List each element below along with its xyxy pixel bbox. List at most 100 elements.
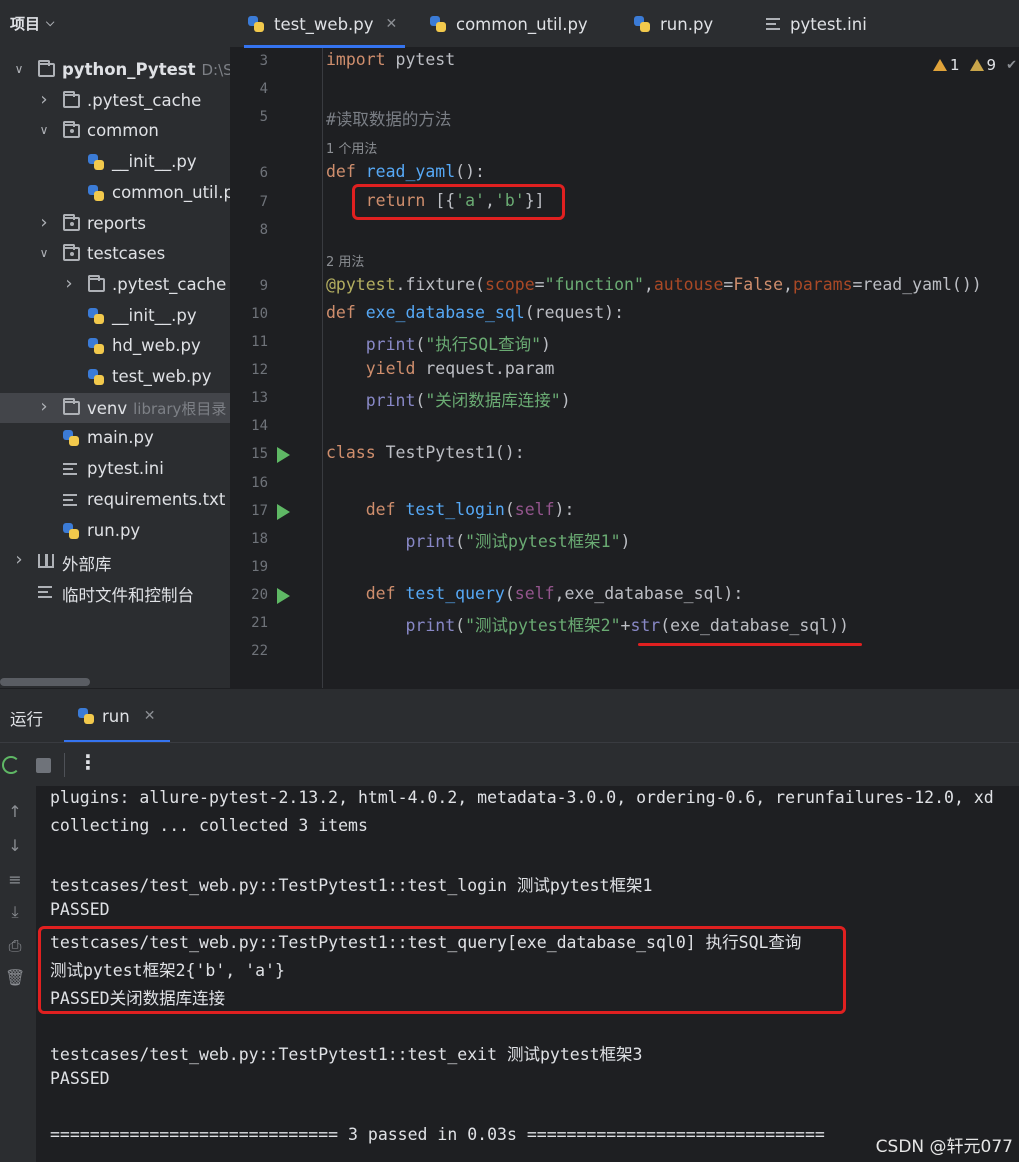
editor-tab[interactable]: common_util.py — [426, 0, 596, 48]
line-number: 13 — [251, 390, 268, 407]
tree-item[interactable]: requirements.txt — [0, 485, 230, 515]
chevron-right-icon[interactable]: › — [12, 549, 26, 570]
chevron-right-icon[interactable]: › — [37, 396, 51, 417]
code-text: yield request.param — [365, 359, 555, 379]
tree-item[interactable]: ∨ common — [0, 116, 230, 146]
run-gutter-icon[interactable] — [277, 587, 290, 604]
python-file-icon — [248, 16, 264, 32]
line-number: 5 — [259, 109, 268, 126]
scroll-up-icon[interactable]: ↑ — [5, 802, 25, 821]
rerun-icon[interactable] — [2, 756, 20, 774]
tree-item-label: common_util.py — [112, 183, 230, 202]
project-panel-title: 项目 — [10, 14, 41, 33]
editor-tab-bar: test_web.py ✕ common_util.py run.py pytest.i… — [230, 0, 1019, 48]
code-line: 19 — [230, 554, 1019, 582]
run-config-tab[interactable]: run ✕ — [64, 689, 170, 743]
tree-item-label: 临时文件和控制台 — [62, 582, 194, 606]
code-line: 8 — [230, 217, 1019, 245]
chevron-down-icon[interactable]: ∨ — [37, 246, 51, 260]
tree-item-label: __init__.py — [112, 306, 197, 325]
tree-item[interactable]: test_web.py — [0, 362, 230, 392]
run-gutter-icon[interactable] — [277, 447, 290, 464]
chevron-right-icon[interactable]: › — [62, 273, 76, 294]
tree-item-name: requirements.txt — [87, 489, 226, 509]
line-number: 21 — [251, 615, 268, 631]
run-console[interactable]: plugins: allure-pytest-2.13.2, html-4.0.… — [36, 786, 1019, 1162]
tree-item-path: library根目录 — [133, 399, 227, 418]
chevron-right-icon[interactable]: › — [37, 212, 51, 233]
python-file-icon — [88, 184, 104, 201]
tree-item-name: __init__.py — [112, 152, 197, 172]
code-text: print("执行SQL查询") — [365, 335, 551, 354]
chevron-right-icon[interactable]: › — [37, 89, 51, 110]
soft-wrap-icon[interactable]: ≡ — [5, 870, 25, 889]
clear-all-icon[interactable]: 🗑︎ — [5, 968, 25, 987]
tree-item[interactable]: main.py — [0, 423, 230, 453]
tree-item-name: venv — [87, 398, 128, 418]
chevron-down-icon[interactable]: ⌵ — [46, 16, 54, 30]
tree-item[interactable]: 临时文件和控制台 — [0, 577, 230, 607]
close-icon[interactable]: ✕ — [144, 708, 156, 724]
stop-icon[interactable] — [36, 758, 51, 773]
tree-item-name: test_web.py — [112, 367, 212, 386]
tree-item[interactable]: pytest.ini — [0, 454, 230, 484]
usage-hint[interactable]: 2 用法 — [326, 251, 364, 270]
tree-item[interactable]: common_util.py — [0, 178, 230, 208]
editor-tab[interactable]: test_web.py ✕ — [244, 0, 406, 48]
console-line: plugins: allure-pytest-2.13.2, html-4.0.… — [50, 788, 994, 807]
tree-item[interactable]: › 外部库 — [0, 546, 230, 576]
tree-item[interactable]: ∨ python_Pytest D:\Sof — [0, 55, 230, 85]
tree-item[interactable]: hd_web.py — [0, 331, 230, 361]
close-icon[interactable]: ✕ — [386, 16, 398, 32]
console-line: collecting ... collected 3 items — [50, 816, 368, 836]
code-line: 13 print("关闭数据库连接") — [230, 385, 1019, 413]
code-line: 15 class TestPytest1(): — [230, 441, 1019, 469]
editor-tab-label: test_web.py — [274, 14, 374, 34]
scroll-down-icon[interactable]: ↓ — [5, 836, 25, 855]
project-panel-header[interactable]: 项目 ⌵ — [0, 0, 230, 46]
code-editor[interactable]: 1 9 ✔ 3 import pytest 4 5 #读取数据的方法 1 个用法 6 def … — [230, 48, 1019, 688]
code-line: 7 return [{'a','b'}] — [230, 189, 1019, 217]
tree-item-label: run.py — [87, 521, 140, 540]
tree-item[interactable]: __init__.py — [0, 301, 230, 331]
line-number: 9 — [259, 277, 268, 294]
scratch-icon — [38, 585, 52, 598]
text-file-icon — [63, 463, 77, 476]
code-line: 20 def test_query(self,exe_database_sql)… — [230, 582, 1019, 610]
line-number: 8 — [259, 221, 268, 238]
tree-item[interactable]: › .pytest_cache — [0, 270, 230, 300]
tree-item-name: pytest.ini — [87, 459, 164, 479]
python-file-icon — [63, 522, 79, 539]
tree-item[interactable]: › venv library根目录 — [0, 392, 230, 423]
code-line: 11 print("执行SQL查询") — [230, 329, 1019, 357]
chevron-down-icon[interactable]: ∨ — [12, 62, 26, 76]
scroll-to-end-icon[interactable]: ⤓ — [5, 902, 25, 922]
line-number: 20 — [251, 586, 268, 603]
tree-item[interactable]: ∨ testcases — [0, 239, 230, 269]
editor-tab[interactable]: run.py — [630, 0, 721, 48]
tree-item[interactable]: __init__.py — [0, 147, 230, 177]
editor-tab-label: common_util.py — [456, 14, 588, 34]
folder-icon — [63, 90, 80, 108]
project-panel: 项目 ⌵ ∨ python_Pytest D:\Sof › .pytest_cache ∨… — [0, 0, 230, 688]
editor-tab[interactable]: pytest.ini — [762, 0, 875, 48]
console-line: ============================= 3 passed i… — [50, 1125, 825, 1145]
line-number: 18 — [251, 530, 268, 547]
tree-item-label: main.py — [87, 428, 154, 447]
more-options-icon[interactable]: ⋮ — [78, 750, 98, 774]
line-number: 10 — [251, 305, 268, 322]
console-line: testcases/test_web.py::TestPytest1::test… — [50, 876, 653, 896]
code-text: @pytest.fixture(scope="function",autouse… — [326, 274, 982, 294]
tree-item[interactable]: run.py — [0, 516, 230, 546]
chevron-down-icon[interactable]: ∨ — [37, 123, 51, 137]
run-gutter-icon[interactable] — [277, 503, 290, 520]
tree-item-name: main.py — [87, 428, 154, 448]
tree-item[interactable]: › reports — [0, 209, 230, 239]
line-number: 3 — [259, 53, 268, 69]
print-icon[interactable]: ⎙ — [5, 936, 25, 956]
tree-item-label: requirements.txt — [87, 490, 225, 509]
horizontal-scrollbar[interactable] — [0, 678, 90, 686]
line-number: 11 — [251, 334, 268, 350]
tree-item[interactable]: › .pytest_cache — [0, 86, 230, 116]
usage-hint[interactable]: 1 个用法 — [326, 138, 377, 157]
